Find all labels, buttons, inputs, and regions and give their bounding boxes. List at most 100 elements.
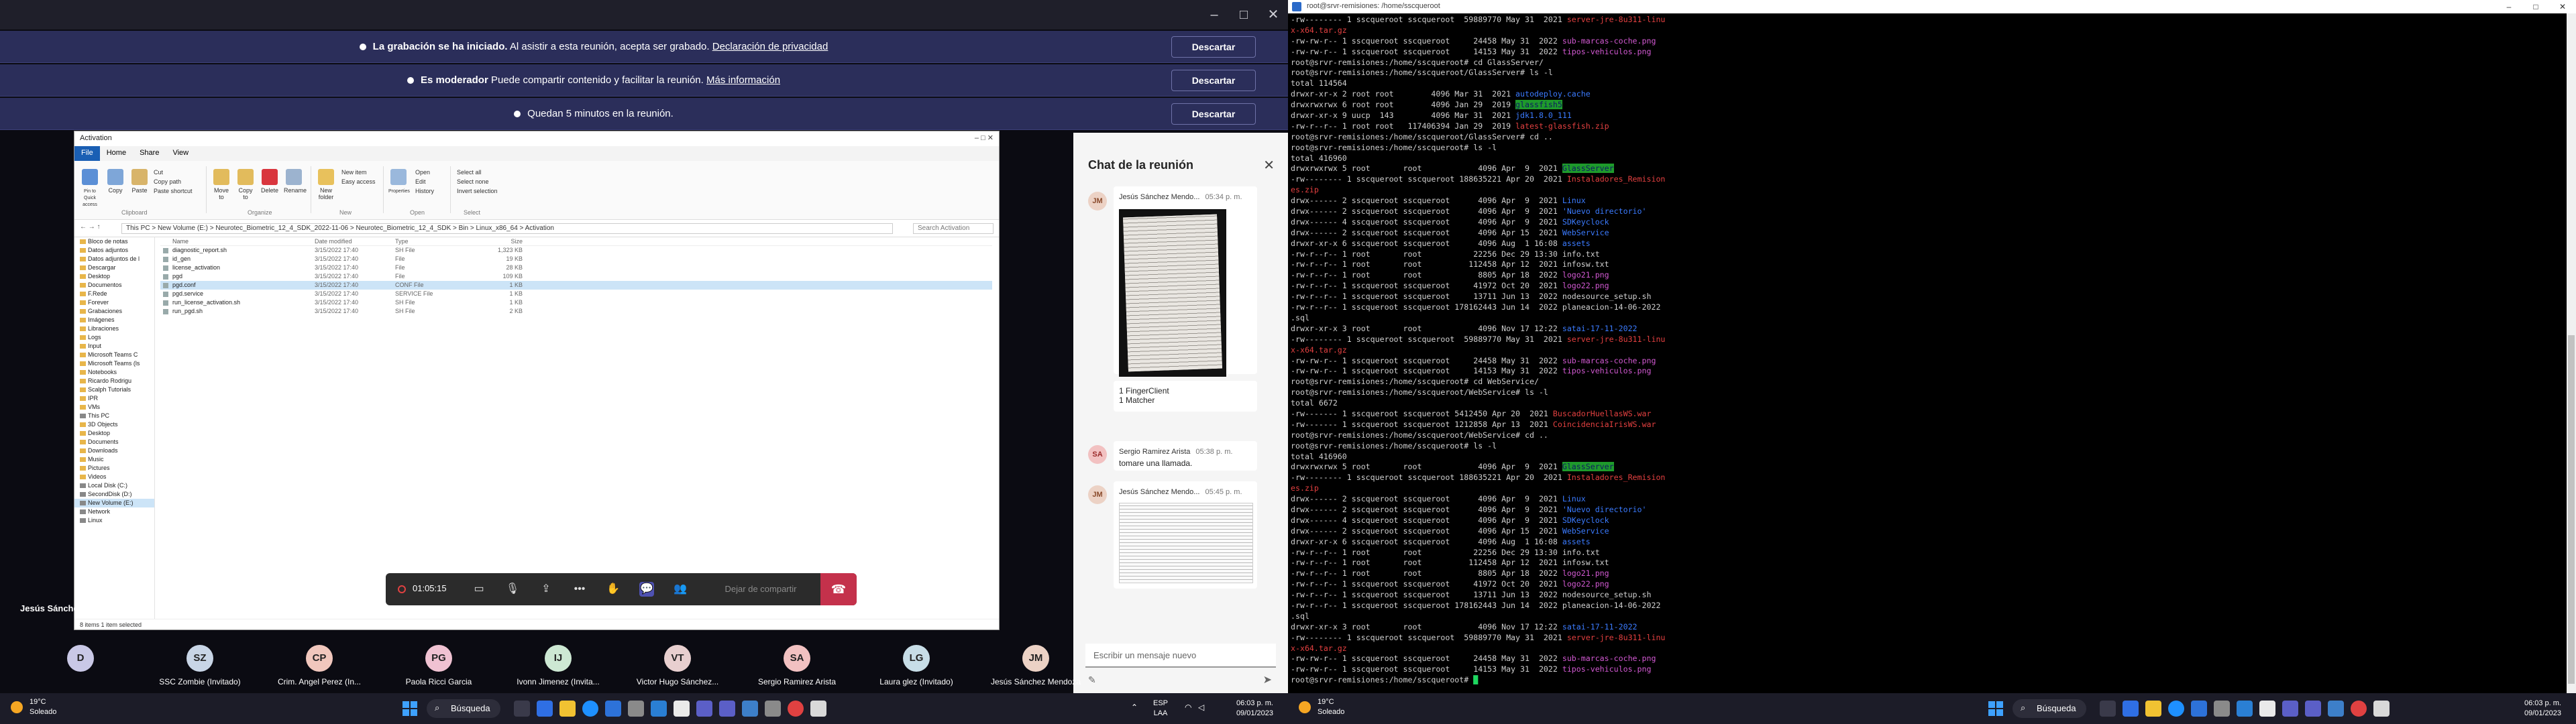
nav-item[interactable]: Datos adjuntos xyxy=(74,246,154,255)
nav-item[interactable]: Microsoft Teams C xyxy=(74,351,154,359)
nav-item[interactable]: Libraciones xyxy=(74,324,154,333)
document-photo[interactable] xyxy=(1119,209,1226,377)
nav-item[interactable]: Videos xyxy=(74,473,154,481)
putty-icon[interactable] xyxy=(2373,701,2390,717)
file-row[interactable]: id_gen 3/15/2022 17:40 File 19 KB xyxy=(160,255,992,263)
cut-button[interactable]: Cut xyxy=(154,169,163,176)
nav-item[interactable]: New Volume (E:) xyxy=(74,499,154,507)
remote-desktop-icon[interactable] xyxy=(2328,701,2344,717)
participant-tile[interactable]: D xyxy=(23,645,138,677)
screenshot-image[interactable] xyxy=(1119,503,1253,583)
participant-tile[interactable]: SA Sergio Ramirez Arista xyxy=(740,645,854,686)
maximize-icon[interactable]: □ xyxy=(1234,5,1253,24)
putty-icon[interactable] xyxy=(810,701,826,717)
delete-button[interactable]: Delete xyxy=(260,169,280,200)
tab-view[interactable]: View xyxy=(166,146,195,161)
tab-file[interactable]: File xyxy=(74,146,100,161)
participant-tile[interactable]: SZ SSC Zombie (Invitado) xyxy=(143,645,257,686)
participant-tile[interactable]: VT Victor Hugo Sánchez... xyxy=(621,645,735,686)
scrollbar-thumb[interactable] xyxy=(2568,335,2575,684)
raise-hand-icon[interactable]: ✋ xyxy=(606,582,621,597)
chrome-icon[interactable] xyxy=(788,701,804,717)
nav-item[interactable]: Input xyxy=(74,342,154,351)
nav-item[interactable]: F.Rede xyxy=(74,290,154,298)
easy-access-button[interactable]: Easy access xyxy=(341,178,376,185)
nav-item[interactable]: Pictures xyxy=(74,464,154,473)
share-icon[interactable]: ⇪ xyxy=(539,582,553,597)
nav-item[interactable]: SecondDisk (D:) xyxy=(74,490,154,499)
settings-icon[interactable] xyxy=(2214,701,2230,717)
weather-widget[interactable]: 19°C Soleado xyxy=(1299,697,1344,717)
nav-item[interactable]: Desktop xyxy=(74,272,154,281)
camera-icon[interactable]: ▭ xyxy=(472,582,486,597)
nav-arrows-icon[interactable]: ← → ↑ xyxy=(80,223,101,231)
notepad-icon[interactable] xyxy=(674,701,690,717)
participants-icon[interactable]: 👥 xyxy=(673,582,688,597)
file-row[interactable]: run_license_activation.sh 3/15/2022 17:40… xyxy=(160,298,992,307)
tab-share[interactable]: Share xyxy=(133,146,166,161)
microphone-icon[interactable]: 🎙 xyxy=(505,582,520,597)
file-explorer-icon[interactable] xyxy=(559,701,576,717)
edge-icon[interactable] xyxy=(582,701,598,717)
vscode-icon[interactable] xyxy=(651,701,667,717)
nav-item[interactable]: Datos adjuntos de l xyxy=(74,255,154,263)
participant-tile[interactable]: LG Laura glez (Invitado) xyxy=(859,645,973,686)
window-controls-icon[interactable]: – □ ✕ xyxy=(975,133,994,142)
settings-icon[interactable] xyxy=(628,701,644,717)
file-row[interactable]: pgd 3/15/2022 17:40 File 109 KB xyxy=(160,272,992,281)
volume-icon[interactable]: ◁ xyxy=(1198,703,1204,712)
address-bar[interactable]: This PC > New Volume (E:) > Neurotec_Bio… xyxy=(121,223,893,234)
new-folder-button[interactable]: New folder xyxy=(316,169,336,200)
dismiss-button[interactable]: Descartar xyxy=(1171,36,1256,58)
copy-button[interactable]: Copy xyxy=(105,169,125,200)
nav-item[interactable]: Music xyxy=(74,455,154,464)
chrome-icon[interactable] xyxy=(2351,701,2367,717)
tray-chevron-icon[interactable]: ⌃ xyxy=(1131,703,1138,712)
wifi-icon[interactable]: ◠ xyxy=(1185,703,1191,712)
column-date[interactable]: Date modified xyxy=(315,237,388,246)
participant-tile[interactable]: PG Paola Ricci Garcia xyxy=(382,645,496,686)
windows-start-icon[interactable] xyxy=(402,701,417,716)
terminal-output[interactable]: -rw-------- 1 sscqueroot sscqueroot 5988… xyxy=(1291,15,2559,692)
file-explorer-icon[interactable] xyxy=(2145,701,2161,717)
file-row[interactable]: diagnostic_report.sh 3/15/2022 17:40 SH Fi… xyxy=(160,246,992,255)
rename-button[interactable]: Rename xyxy=(284,169,307,200)
history-button[interactable]: History xyxy=(415,188,434,194)
file-row[interactable]: pgd.conf 3/15/2022 17:40 CONF File 1 KB xyxy=(160,281,992,290)
minimize-icon[interactable]: – xyxy=(2496,0,2522,13)
task-view-icon[interactable] xyxy=(2100,701,2116,717)
send-icon[interactable]: ➤ xyxy=(1263,673,1272,686)
participant-tile[interactable]: CP Crim. Angel Perez (In... xyxy=(262,645,376,686)
nav-item[interactable]: Network xyxy=(74,507,154,516)
minimize-icon[interactable]: – xyxy=(1205,5,1224,24)
copy-path-button[interactable]: Copy path xyxy=(154,178,181,185)
remote-desktop-icon[interactable] xyxy=(742,701,758,717)
more-icon[interactable]: ••• xyxy=(572,582,587,597)
nav-item[interactable]: Bloco de notas xyxy=(74,237,154,246)
nav-item[interactable]: Local Disk (C:) xyxy=(74,481,154,490)
video-call-icon[interactable] xyxy=(537,701,553,717)
edge-icon[interactable] xyxy=(2168,701,2184,717)
nav-item[interactable]: This PC xyxy=(74,412,154,420)
close-icon[interactable]: ✕ xyxy=(1264,5,1283,24)
teams-icon-2[interactable] xyxy=(2305,701,2321,717)
new-item-button[interactable]: New item xyxy=(341,169,367,176)
nav-item[interactable]: Imágenes xyxy=(74,316,154,324)
nav-item[interactable]: Logs xyxy=(74,333,154,342)
nav-item[interactable]: Documents xyxy=(74,438,154,446)
nav-item[interactable]: Microsoft Teams (ls xyxy=(74,359,154,368)
move-to-button[interactable]: Move to xyxy=(211,169,231,200)
teams-icon[interactable] xyxy=(2282,701,2298,717)
message-compose-input[interactable]: Escribir un mensaje nuevo xyxy=(1085,644,1276,668)
nav-item[interactable]: 3D Objects xyxy=(74,420,154,429)
select-none-button[interactable]: Select none xyxy=(457,178,489,185)
nav-item[interactable]: VMs xyxy=(74,403,154,412)
paste-shortcut-button[interactable]: Paste shortcut xyxy=(154,188,193,194)
teams-icon-2[interactable] xyxy=(719,701,735,717)
column-type[interactable]: Type xyxy=(395,237,462,246)
nav-item[interactable]: Downloads xyxy=(74,446,154,455)
chat-icon[interactable]: 💬 xyxy=(639,582,654,597)
weather-widget[interactable]: 19°C Soleado xyxy=(11,697,56,717)
select-all-button[interactable]: Select all xyxy=(457,169,482,176)
invert-selection-button[interactable]: Invert selection xyxy=(457,188,498,194)
